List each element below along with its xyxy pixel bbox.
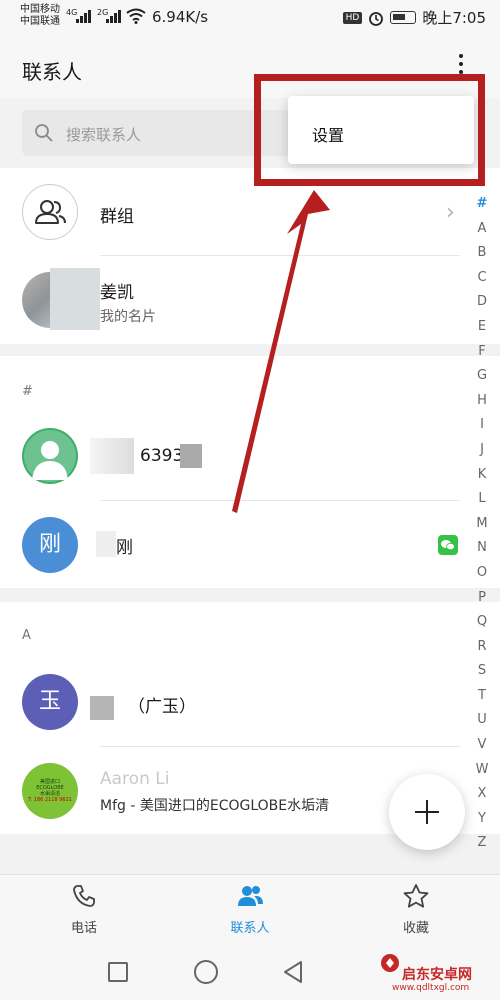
tab-phone[interactable]: 电话 (34, 883, 134, 936)
tab-favorites[interactable]: 收藏 (366, 883, 466, 936)
tab-label: 收藏 (402, 921, 429, 936)
home-button[interactable] (194, 960, 218, 984)
star-icon (403, 884, 429, 908)
tab-label: 联系人 (230, 921, 270, 936)
annotation-arrow (232, 190, 330, 513)
phone-icon (73, 885, 95, 907)
contacts-icon (238, 886, 263, 906)
watermark-logo-icon (381, 954, 399, 972)
recent-apps-button[interactable] (108, 962, 128, 982)
watermark-brand: 启东安卓网 (402, 967, 472, 983)
annotation-arrow-shape (232, 190, 330, 513)
tab-label: 电话 (70, 921, 97, 936)
tab-contacts[interactable]: 联系人 (200, 883, 300, 936)
bottom-tab-bar: 电话 联系人 收藏 (0, 874, 500, 944)
watermark-url: www.qdltxgl.com (392, 983, 470, 993)
back-button[interactable] (282, 960, 304, 984)
